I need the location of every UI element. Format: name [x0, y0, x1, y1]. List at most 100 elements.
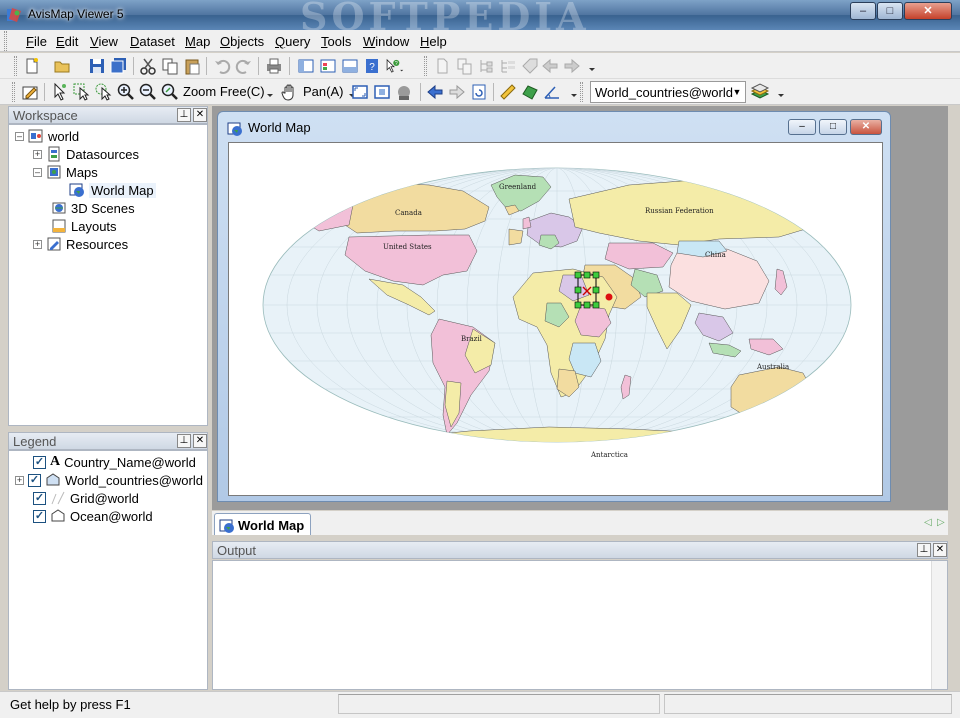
save-icon[interactable]: [87, 56, 107, 76]
menu-help[interactable]: Help: [420, 34, 447, 49]
close-icon[interactable]: ✕: [933, 543, 947, 557]
map-canvas[interactable]: Greenland Canada Russian Federation Unit…: [228, 142, 883, 496]
output-console[interactable]: [212, 560, 948, 690]
page-icon[interactable]: [432, 56, 452, 76]
menu-window[interactable]: Window: [363, 34, 409, 49]
paste-icon[interactable]: [182, 56, 202, 76]
select-circle-icon[interactable]: [94, 82, 114, 102]
chevron-down-icon[interactable]: [260, 82, 273, 102]
back-arrow-icon[interactable]: [540, 56, 560, 76]
menu-query[interactable]: Query: [275, 34, 310, 49]
tree-node-3d-scenes[interactable]: 3D Scenes: [51, 199, 135, 217]
pin-icon[interactable]: ⊥: [177, 434, 191, 448]
collapse-icon[interactable]: –: [15, 131, 24, 141]
menu-edit[interactable]: Edit: [56, 34, 78, 49]
output-scrollbar[interactable]: [931, 561, 947, 689]
select-arrow-icon[interactable]: [50, 82, 70, 102]
zoom-in-icon[interactable]: [116, 82, 136, 102]
legend-item[interactable]: + ✓ World_countries@world: [15, 471, 203, 489]
copy-icon[interactable]: [160, 56, 180, 76]
legend-item[interactable]: ✓ A Country_Name@world: [33, 453, 196, 471]
zoom-free-icon[interactable]: [160, 82, 180, 102]
refresh-globe-icon[interactable]: [394, 82, 414, 102]
measure-area-icon[interactable]: [520, 82, 540, 102]
menu-objects[interactable]: Objects: [220, 34, 264, 49]
tree-node-datasources[interactable]: + Datasources: [33, 145, 139, 163]
tree-expand-icon[interactable]: [498, 56, 518, 76]
pan-hand-icon[interactable]: [280, 82, 300, 102]
world-map[interactable]: Greenland Canada Russian Federation Unit…: [229, 143, 884, 497]
layer-visible-checkbox[interactable]: ✓: [33, 455, 46, 469]
map-close-button[interactable]: ✕: [850, 119, 882, 135]
zoom-out-icon[interactable]: [138, 82, 158, 102]
print-icon[interactable]: [264, 56, 284, 76]
previous-view-icon[interactable]: [425, 82, 445, 102]
menu-map[interactable]: Map: [185, 34, 210, 49]
legend-item[interactable]: ✓ Grid@world: [33, 489, 139, 507]
close-icon[interactable]: ✕: [193, 434, 207, 448]
chevron-down-icon[interactable]: [771, 82, 784, 102]
pan-button[interactable]: Pan(A): [303, 84, 343, 99]
tree-icon[interactable]: [476, 56, 496, 76]
tree-node-resources[interactable]: + Resources: [33, 235, 128, 253]
next-view-icon[interactable]: [447, 82, 467, 102]
toolbar-grip[interactable]: [424, 56, 427, 76]
map-maximize-button[interactable]: □: [819, 119, 847, 135]
forward-arrow-icon[interactable]: [562, 56, 582, 76]
tag-icon[interactable]: [520, 56, 540, 76]
expand-icon[interactable]: +: [33, 149, 42, 159]
minimize-button[interactable]: –: [850, 2, 876, 20]
chevron-down-icon[interactable]: ▼: [729, 82, 745, 102]
tab-scroll-left-icon[interactable]: ◁: [924, 517, 934, 529]
tree-node-world-map[interactable]: World Map: [69, 181, 156, 199]
layer-visible-checkbox[interactable]: ✓: [33, 491, 46, 505]
help-book-icon[interactable]: ?: [362, 56, 382, 76]
zoom-extent-icon[interactable]: [372, 82, 392, 102]
whats-this-icon[interactable]: ?: [384, 56, 410, 76]
layer-select[interactable]: World_countries@world ▼: [590, 81, 746, 103]
new-icon[interactable]: [22, 56, 42, 76]
tree-node-world[interactable]: – world: [15, 127, 79, 145]
expand-icon[interactable]: +: [33, 239, 42, 249]
measure-angle-icon[interactable]: [542, 82, 562, 102]
cut-icon[interactable]: [138, 56, 158, 76]
legend-item[interactable]: ✓ Ocean@world: [33, 507, 153, 525]
undo-icon[interactable]: [212, 56, 232, 76]
layers-icon[interactable]: [750, 82, 770, 102]
tree-node-maps[interactable]: – Maps: [33, 163, 98, 181]
expand-icon[interactable]: +: [15, 475, 24, 485]
refresh-icon[interactable]: [469, 82, 489, 102]
menu-dataset[interactable]: Dataset: [130, 34, 175, 49]
toolbar-grip[interactable]: [14, 56, 17, 76]
menu-view[interactable]: View: [90, 34, 118, 49]
workspace-view-icon[interactable]: [296, 56, 316, 76]
map-window[interactable]: World Map – □ ✕ Greenland Canada Russian…: [217, 111, 891, 502]
tab-scroll-right-icon[interactable]: ▷: [937, 517, 947, 529]
toolbar-grip[interactable]: [580, 82, 583, 102]
chevron-down-icon[interactable]: [582, 56, 595, 76]
chevron-down-icon[interactable]: [564, 82, 577, 102]
close-icon[interactable]: ✕: [193, 108, 207, 122]
collapse-icon[interactable]: –: [33, 167, 42, 177]
close-button[interactable]: ✕: [904, 2, 952, 20]
layer-visible-checkbox[interactable]: ✓: [33, 509, 46, 523]
measure-distance-icon[interactable]: [498, 82, 518, 102]
menubar-grip[interactable]: [4, 31, 7, 51]
tab-world-map[interactable]: World Map: [214, 513, 312, 535]
pin-icon[interactable]: ⊥: [917, 543, 931, 557]
edit-pencil-icon[interactable]: [20, 82, 40, 102]
redo-icon[interactable]: [234, 56, 254, 76]
open-icon[interactable]: [52, 56, 72, 76]
layer-visible-checkbox[interactable]: ✓: [28, 473, 41, 487]
maximize-button[interactable]: □: [877, 2, 903, 20]
menu-file[interactable]: File: [26, 34, 47, 49]
full-extent-icon[interactable]: [350, 82, 370, 102]
menu-tools[interactable]: Tools: [321, 34, 351, 49]
save-all-icon[interactable]: [109, 56, 129, 76]
pages-icon[interactable]: [454, 56, 474, 76]
pin-icon[interactable]: ⊥: [177, 108, 191, 122]
toolbar-grip[interactable]: [12, 82, 15, 102]
zoom-free-button[interactable]: Zoom Free(C): [183, 84, 265, 99]
map-minimize-button[interactable]: –: [788, 119, 816, 135]
select-region-icon[interactable]: [72, 82, 92, 102]
